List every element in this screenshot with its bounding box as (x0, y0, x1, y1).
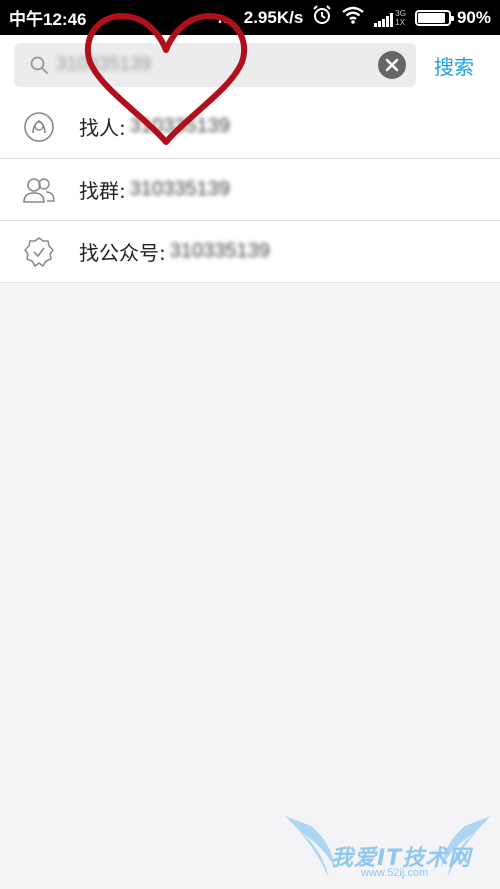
watermark-url: www.52ij.com (361, 867, 429, 879)
network-type: 3G 1X (395, 8, 406, 27)
result-find-official-account[interactable]: 找公众号: 310335139 (0, 220, 500, 282)
result-value: 310335139 (129, 115, 230, 137)
search-bar: 310335139 搜索 (0, 35, 500, 95)
result-label: 找人: (79, 116, 126, 140)
alarm-clock-icon (312, 5, 332, 30)
search-input[interactable]: 310335139 (56, 54, 378, 76)
result-find-group[interactable]: 找群: 310335139 (0, 158, 500, 220)
battery-percent: 90% (456, 7, 491, 27)
cell-signal: 3G 1X (374, 9, 406, 27)
result-value: 310335139 (169, 240, 270, 262)
result-value: 310335139 (129, 178, 230, 200)
more-indicator: ... (217, 7, 235, 27)
result-label: 找公众号: (79, 241, 166, 265)
result-find-person[interactable]: 找人: 310335139 (0, 95, 500, 158)
search-button[interactable]: 搜索 (434, 51, 474, 80)
status-time: 中午12:46 (9, 10, 87, 29)
search-results-list: 找人: 310335139 找群: 310335139 找公众号: 310335… (0, 95, 500, 283)
battery-indicator: 90% (414, 7, 491, 28)
network-speed: 2.95K/s (243, 7, 304, 27)
result-label: 找群: (79, 179, 126, 203)
wifi-icon (341, 6, 365, 29)
person-icon (22, 110, 56, 144)
clear-icon[interactable] (378, 51, 406, 79)
verified-badge-icon (22, 235, 56, 269)
group-icon (22, 173, 56, 207)
status-indicators: ... 2.95K/s 3G 1X 90% (218, 5, 491, 30)
battery-icon (414, 9, 454, 26)
watermark: 我爱IT技术网 www.52ij.com (283, 812, 493, 884)
search-icon (28, 54, 50, 76)
status-bar: 中午12:46 ... 2.95K/s 3G 1X 90% (0, 0, 500, 35)
search-input-box[interactable]: 310335139 (14, 43, 416, 87)
signal-bars-icon (374, 12, 394, 27)
